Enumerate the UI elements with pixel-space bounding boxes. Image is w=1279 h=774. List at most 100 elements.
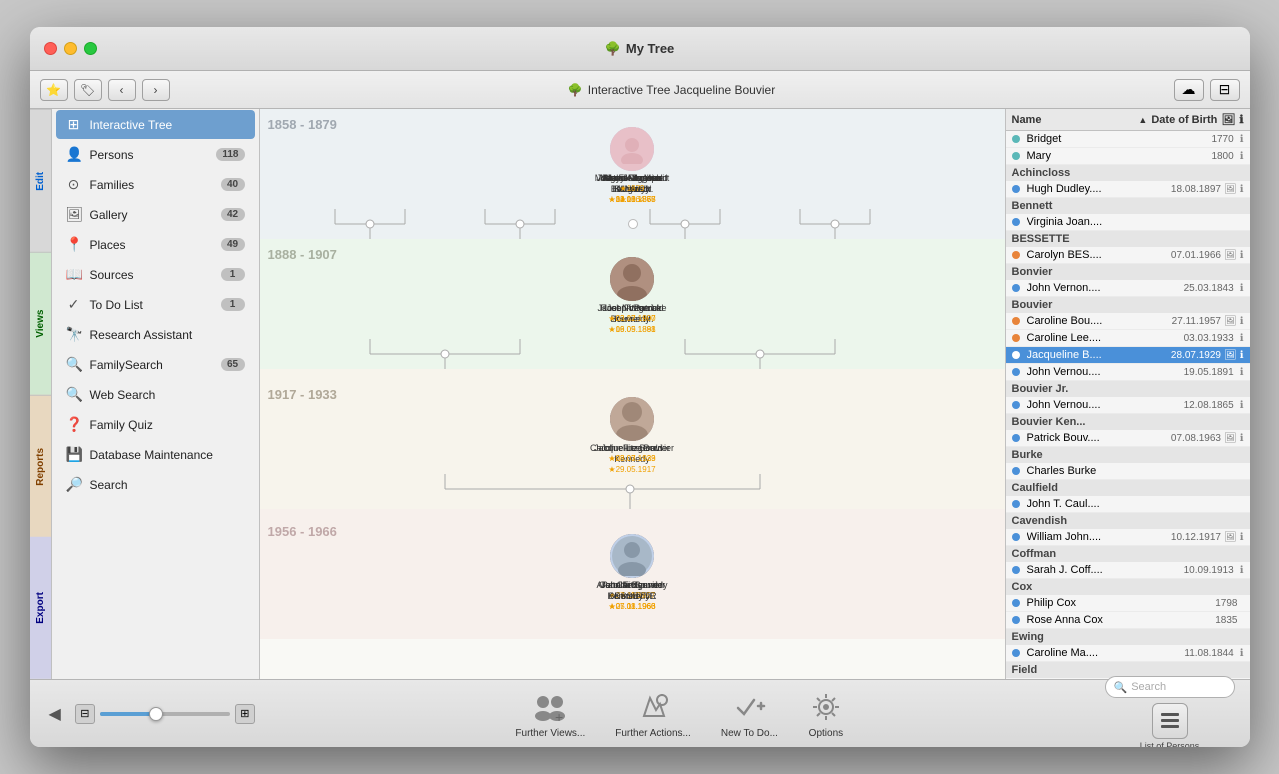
rp-img-william-john: 🖼 (1224, 532, 1237, 543)
rp-item-john-caul[interactable]: John T. Caul.... (1006, 496, 1250, 513)
zoom-thumb[interactable] (149, 707, 163, 721)
sidebar-item-quiz[interactable]: ❓ Family Quiz (56, 410, 255, 439)
forward-button[interactable]: › (142, 79, 170, 101)
toolbar: ⭐ 🏷 ‹ › 🌳 Interactive Tree Jacqueline Bo… (30, 71, 1250, 109)
rp-item-philip-cox[interactable]: Philip Cox 1798 (1006, 595, 1250, 612)
rp-link-caroline-bou[interactable]: ℹ (1240, 316, 1244, 327)
sidebar-item-search[interactable]: 🔎 Search (56, 470, 255, 499)
rp-link-carolyn-bes[interactable]: ℹ (1240, 250, 1244, 261)
rp-item-caroline-bou[interactable]: Caroline Bou.... 27.11.1957 🖼 ℹ (1006, 313, 1250, 330)
tag-button[interactable]: 🏷 (74, 79, 102, 101)
rp-item-caroline-lee-bou[interactable]: Caroline Lee.... 03.03.1933 ℹ (1006, 330, 1250, 347)
sidebar-item-dbmaintenance[interactable]: 💾 Database Maintenance (56, 440, 255, 469)
sidebar-tab-export[interactable]: Export (30, 537, 51, 679)
person-janet-lee[interactable]: Janet Norton Lee ★03.12.1907 (592, 257, 672, 323)
rp-date-patrick-bouv: 07.08.1963 (1171, 433, 1221, 444)
rp-item-hugh-dudley[interactable]: Hugh Dudley.... 18.08.1897 🖼 ℹ (1006, 181, 1250, 198)
rp-item-sarah-coff[interactable]: Sarah J. Coff.... 10.09.1913 ℹ (1006, 562, 1250, 579)
rp-link-william-john[interactable]: ℹ (1240, 532, 1244, 543)
rp-item-william-john[interactable]: William John.... 10.12.1917 🖼 ℹ (1006, 529, 1250, 546)
rp-link-sarah-coff[interactable]: ℹ (1240, 565, 1244, 576)
rp-link-bridget[interactable]: ℹ (1240, 134, 1244, 145)
close-button[interactable] (44, 42, 57, 55)
sidebar-item-interactive-tree[interactable]: ⊞ Interactive Tree (56, 110, 255, 139)
sidebar-item-persons[interactable]: 👤 Persons 118 (56, 140, 255, 169)
sidebar-tab-views[interactable]: Views (30, 252, 51, 395)
rp-item-jacqueline-b[interactable]: Jacqueline B.... 28.07.1929 🖼 ℹ (1006, 347, 1250, 364)
sidebar-item-gallery[interactable]: 🖼 Gallery 42 (56, 200, 255, 229)
zoom-out-button[interactable]: ⊟ (75, 704, 95, 724)
sidebar-label-search: Search (90, 478, 245, 492)
rp-link-caroline-ma[interactable]: ℹ (1240, 648, 1244, 659)
gen2-year-label: 1888 - 1907 (268, 247, 337, 262)
rp-dot-rose-anna-cox (1012, 616, 1020, 624)
todo-icon: ✓ (66, 296, 82, 313)
zoom-in-button[interactable]: ⊞ (235, 704, 255, 724)
rp-name-john-vernon1: John Vernon.... (1027, 282, 1181, 294)
rp-link-john-vernou-bou[interactable]: ℹ (1240, 367, 1244, 378)
sidebar-tab-edit[interactable]: Edit (30, 109, 51, 252)
rp-item-mary[interactable]: Mary 1800 ℹ (1006, 148, 1250, 165)
new-todo-button[interactable]: New To Do... (721, 689, 778, 739)
cloud-button[interactable]: ☁ (1174, 79, 1204, 101)
rp-item-patrick-bouv[interactable]: Patrick Bouv.... 07.08.1963 🖼 ℹ (1006, 430, 1250, 447)
search-input[interactable]: 🔍 Search (1105, 676, 1235, 698)
sidebar-item-todo[interactable]: ✓ To Do List 1 (56, 290, 255, 319)
panel-collapse-icon[interactable]: ◀ (45, 700, 65, 728)
rp-group-burke: Burke (1006, 447, 1250, 463)
sidebar-item-research[interactable]: 🔭 Research Assistant (56, 320, 255, 349)
sidebar-item-families[interactable]: ⊙ Families 40 (56, 170, 255, 199)
rp-dot-john-caul (1012, 500, 1020, 508)
options-button[interactable]: Options (808, 689, 844, 739)
rp-item-rose-anna-cox[interactable]: Rose Anna Cox 1835 (1006, 612, 1250, 629)
list-of-persons-button[interactable] (1152, 703, 1188, 739)
rp-link-mary[interactable]: ℹ (1240, 151, 1244, 162)
person-caroline-lee[interactable]: Caroline Lee Bouvier ★03.03.1933 (587, 397, 677, 463)
rp-link-patrick-bouv[interactable]: ℹ (1240, 433, 1244, 444)
rp-date-caroline-bou: 27.11.1957 (1172, 316, 1221, 327)
dates-james-lee: ★02.10.1877 (608, 195, 655, 204)
rp-group-coffman: Coffman (1006, 546, 1250, 562)
sidebar-item-websearch[interactable]: 🔍 Web Search (56, 380, 255, 409)
rp-link-john-vernon1[interactable]: ℹ (1240, 283, 1244, 294)
gen4-year-label: 1956 - 1966 (268, 524, 337, 539)
sidebar-item-familysearch[interactable]: 🔍 FamilySearch 65 (56, 350, 255, 379)
rp-item-bridget[interactable]: Bridget 1770 ℹ (1006, 131, 1250, 148)
bookmark-button[interactable]: ⭐ (40, 79, 68, 101)
rp-header-name: Name (1012, 114, 1135, 126)
rp-link-jacqueline-b[interactable]: ℹ (1240, 350, 1244, 361)
panel-toggle-button[interactable]: ⊟ (1210, 79, 1240, 101)
sidebar-label-quiz: Family Quiz (90, 418, 245, 432)
rp-item-john-vernou-bou[interactable]: John Vernou.... 19.05.1891 ℹ (1006, 364, 1250, 381)
rp-link-john-vernou2[interactable]: ℹ (1240, 400, 1244, 411)
tree-area[interactable]: 1858 - 1879 Patrick Joseph Kennedy ★14.0… (260, 109, 1005, 679)
rp-item-john-vernou2[interactable]: John Vernou.... 12.08.1865 ℹ (1006, 397, 1250, 414)
person-margaret-merritt[interactable]: Margaret A. Merritt ★1879 (595, 127, 670, 193)
sidebar-item-places[interactable]: 📍 Places 49 (56, 230, 255, 259)
rp-item-caroline-ma[interactable]: Caroline Ma.... 11.08.1844 ℹ (1006, 645, 1250, 662)
further-views-button[interactable]: + Further Views... (515, 689, 585, 739)
rp-dot-caroline-bou (1012, 317, 1020, 325)
back-button[interactable]: ‹ (108, 79, 136, 101)
rp-group-bouvier-jr: Bouvier Jr. (1006, 381, 1250, 397)
fullscreen-button[interactable] (84, 42, 97, 55)
right-panel: Name ▲ Date of Birth 🖼 ℹ Bridget 1770 ℹ … (1005, 109, 1250, 679)
further-views-label: Further Views... (515, 728, 585, 739)
breadcrumb-icon: 🌳 (568, 83, 583, 97)
rp-item-virginia[interactable]: Virginia Joan.... (1006, 214, 1250, 231)
rp-link-hugh[interactable]: ℹ (1240, 184, 1244, 195)
zoom-slider[interactable] (100, 712, 230, 716)
rp-item-john-vernon1[interactable]: John Vernon.... 25.03.1843 ℹ (1006, 280, 1250, 297)
rp-item-carolyn-bes[interactable]: Carolyn BES.... 07.01.1966 🖼 ℹ (1006, 247, 1250, 264)
person-patrick-bouvier-kennedy[interactable]: Patrick Bouvier Kennedy ★07.08.1963 (592, 534, 672, 611)
rp-dot-charles-burke (1012, 467, 1020, 475)
minimize-button[interactable] (64, 42, 77, 55)
sidebar-vtabs: Edit Views Reports Export (30, 109, 52, 679)
further-actions-button[interactable]: Further Actions... (615, 689, 691, 739)
sidebar-tab-reports[interactable]: Reports (30, 395, 51, 538)
sidebar-item-sources[interactable]: 📖 Sources 1 (56, 260, 255, 289)
right-panel-list[interactable]: Bridget 1770 ℹ Mary 1800 ℹ Achincloss Hu… (1006, 131, 1250, 679)
rp-link-caroline-lee-bou[interactable]: ℹ (1240, 333, 1244, 344)
rp-item-charles-burke[interactable]: Charles Burke (1006, 463, 1250, 480)
rp-img-carolyn-bes: 🖼 (1224, 250, 1237, 261)
